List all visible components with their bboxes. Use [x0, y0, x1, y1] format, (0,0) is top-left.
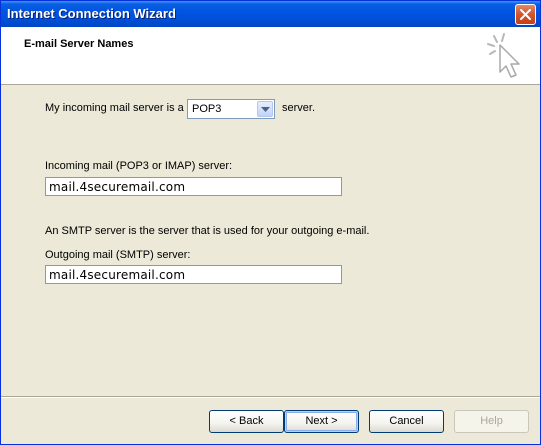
outgoing-server-field[interactable]: mail.4securemail.com [45, 265, 342, 284]
cancel-button[interactable]: Cancel [369, 410, 444, 433]
incoming-server-type-value: POP3 [192, 103, 222, 115]
incoming-type-prefix-label: My incoming mail server is a [45, 102, 184, 114]
incoming-server-value: mail.4securemail.com [49, 180, 186, 194]
next-button[interactable]: Next > [284, 410, 359, 433]
incoming-server-type-select[interactable]: POP3 [187, 99, 275, 119]
incoming-server-field[interactable]: mail.4securemail.com [45, 177, 342, 196]
title-bar[interactable]: Internet Connection Wizard [1, 1, 540, 27]
wizard-window: Internet Connection Wizard E-mail Server… [0, 0, 541, 445]
window-title: Internet Connection Wizard [7, 6, 176, 21]
help-button[interactable]: Help [454, 410, 529, 433]
footer-divider [1, 396, 540, 398]
close-button[interactable] [515, 4, 536, 25]
outgoing-server-label: Outgoing mail (SMTP) server: [45, 249, 191, 261]
close-icon [520, 9, 531, 20]
incoming-server-label: Incoming mail (POP3 or IMAP) server: [45, 160, 233, 172]
smtp-note-text: An SMTP server is the server that is use… [45, 225, 370, 237]
outgoing-server-value: mail.4securemail.com [49, 268, 186, 282]
page-title: E-mail Server Names [24, 38, 134, 50]
incoming-type-suffix-label: server. [282, 102, 316, 114]
wizard-sparkle-cursor-icon [487, 33, 520, 78]
back-button[interactable]: < Back [209, 410, 284, 433]
chevron-down-icon [261, 107, 270, 112]
dropdown-button[interactable] [257, 101, 273, 117]
wizard-header: E-mail Server Names [1, 27, 540, 85]
